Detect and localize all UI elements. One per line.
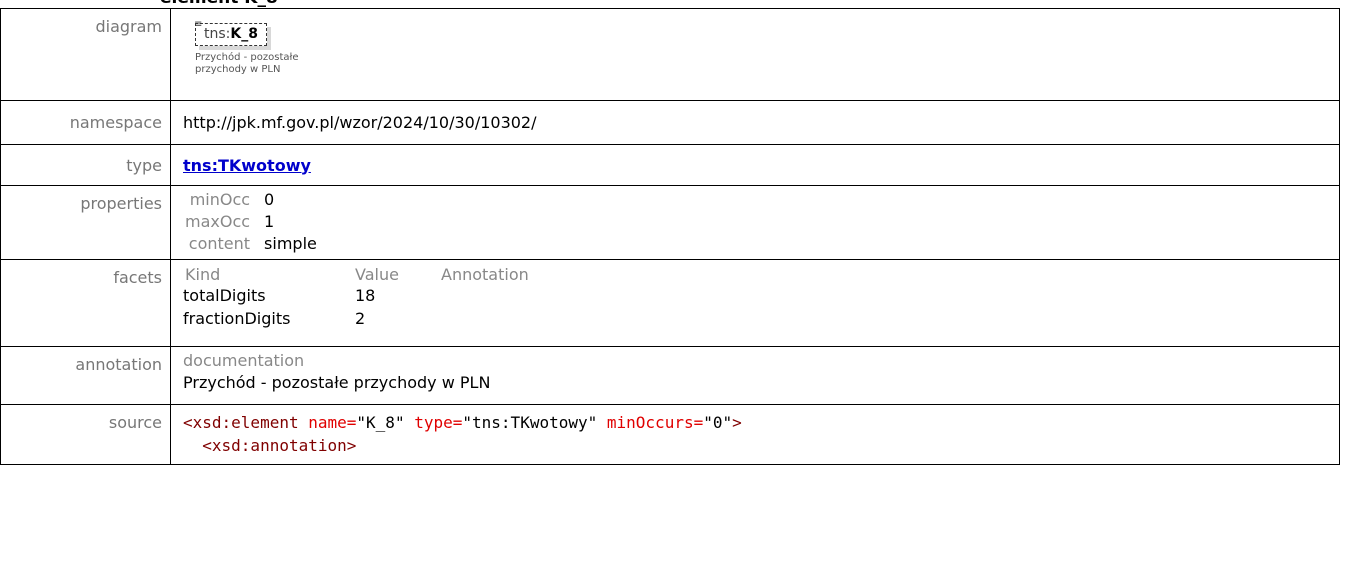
xml-attr-minoccurs-value: "0"	[703, 413, 733, 432]
label-namespace: namespace	[0, 100, 171, 145]
label-source: source	[0, 404, 171, 465]
documentation-key: documentation	[183, 351, 305, 370]
row-source: source <xsd:element name="K_8" type="tns…	[0, 404, 1340, 465]
facets-cell: Kind Value Annotation totalDigits 18 fra…	[170, 259, 1340, 347]
row-namespace: namespace http://jpk.mf.gov.pl/wzor/2024…	[0, 100, 1340, 145]
diagram-element-name: K_8	[230, 26, 258, 42]
facets-header-row: Kind Value Annotation	[183, 264, 529, 284]
property-row: content simple	[183, 234, 317, 256]
row-facets: facets Kind Value Annotation totalDigits…	[0, 259, 1340, 347]
facet-row: totalDigits 18	[183, 284, 529, 307]
facet-row: fractionDigits 2	[183, 307, 529, 330]
row-type: type tns:TKwotowy	[0, 144, 1340, 186]
element-doc-table: diagram ≡ tns:K_8 Przychód - pozostałe p…	[0, 8, 1340, 465]
properties-cell: minOcc 0 maxOcc 1 content simple	[170, 185, 1340, 260]
property-key: content	[188, 234, 251, 253]
diagram-prefix: tns:	[204, 26, 231, 42]
facet-value: 2	[355, 309, 366, 328]
row-annotation: annotation documentation Przychód - pozo…	[0, 346, 1340, 405]
xml-attr-minoccurs: minOccurs=	[606, 413, 704, 432]
property-value: 1	[264, 212, 275, 231]
property-key: minOcc	[189, 190, 251, 209]
facet-kind: totalDigits	[183, 286, 266, 305]
property-value: 0	[264, 190, 275, 209]
xml-attr-type-value: "tns:TKwotowy"	[462, 413, 598, 432]
facet-kind: fractionDigits	[183, 309, 291, 328]
xml-annotation-tag: <xsd:annotation>	[202, 436, 357, 455]
diagram-note: Przychód - pozostałe przychody w PLN	[195, 52, 299, 75]
documentation-text: Przychód - pozostałe przychody w PLN	[183, 373, 491, 392]
xml-attr-value: "K_8"	[356, 413, 405, 432]
namespace-value: http://jpk.mf.gov.pl/wzor/2024/10/30/103…	[170, 100, 1340, 145]
xml-open-tag: <xsd:element	[183, 413, 299, 432]
type-link[interactable]: tns:TKwotowy	[183, 156, 311, 175]
property-row: minOcc 0	[183, 190, 317, 212]
xml-attr-name: name=	[308, 413, 357, 432]
facets-header-value: Value	[355, 264, 399, 284]
facets-header-annotation: Annotation	[441, 264, 529, 284]
label-properties: properties	[0, 185, 171, 260]
row-properties: properties minOcc 0 maxOcc 1 content sim…	[0, 185, 1340, 260]
label-diagram: diagram	[0, 8, 171, 101]
annotation-cell: documentation Przychód - pozostałe przyc…	[170, 346, 1340, 405]
type-cell: tns:TKwotowy	[170, 144, 1340, 186]
xml-attr-type: type=	[414, 413, 463, 432]
label-annotation: annotation	[0, 346, 171, 405]
source-code: <xsd:element name="K_8" type="tns:TKwoto…	[183, 411, 1339, 457]
source-cell: <xsd:element name="K_8" type="tns:TKwoto…	[170, 404, 1340, 465]
properties-table: minOcc 0 maxOcc 1 content simple	[183, 190, 317, 256]
label-type: type	[0, 144, 171, 186]
diagram-cell: ≡ tns:K_8 Przychód - pozostałe przychody…	[170, 8, 1340, 101]
facet-value: 18	[355, 286, 376, 305]
facet-annotation	[441, 284, 529, 307]
page-title: element K_8	[160, 0, 278, 8]
label-facets: facets	[0, 259, 171, 347]
facet-annotation	[441, 307, 529, 330]
property-value: simple	[264, 234, 317, 253]
facets-table: Kind Value Annotation totalDigits 18 fra…	[183, 264, 529, 330]
property-row: maxOcc 1	[183, 212, 317, 234]
diagram-element-box[interactable]: ≡ tns:K_8	[194, 19, 267, 46]
xml-close-bracket: >	[732, 413, 742, 432]
property-key: maxOcc	[185, 212, 251, 231]
list-icon: ≡	[194, 19, 203, 30]
row-diagram: diagram ≡ tns:K_8 Przychód - pozostałe p…	[0, 8, 1340, 101]
facets-header-kind: Kind	[185, 264, 221, 284]
